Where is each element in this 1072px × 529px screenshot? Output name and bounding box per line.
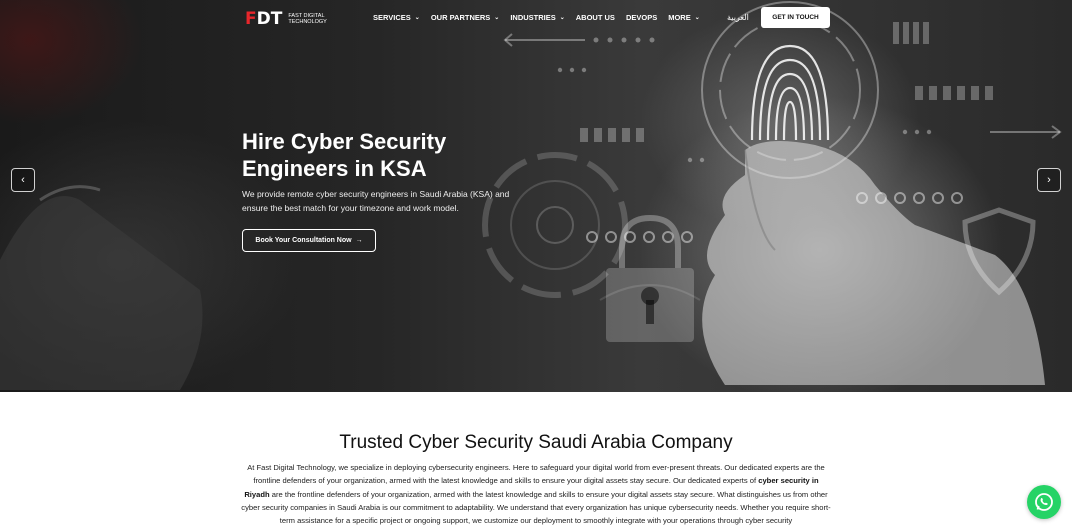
book-consultation-label: Book Your Consultation Now xyxy=(255,237,352,244)
chevron-down-icon: ⌄ xyxy=(414,15,420,21)
whatsapp-chat-button[interactable] xyxy=(1027,485,1061,519)
brand-logo[interactable]: FDT FAST DIGITAL TECHNOLOGY xyxy=(245,9,334,29)
hero-banner: FDT FAST DIGITAL TECHNOLOGY SERVICES ⌄ OU… xyxy=(0,0,1072,392)
get-in-touch-button[interactable]: GET IN TOUCH xyxy=(761,7,830,28)
nav-item-our-partners[interactable]: OUR PARTNERS ⌄ xyxy=(431,13,499,22)
carousel-next-button[interactable]: › xyxy=(1037,168,1061,192)
hero-title: Hire Cyber Security Engineers in KSA xyxy=(242,129,447,181)
nav-item-more[interactable]: MORE ⌄ xyxy=(668,13,700,22)
logo-text: FAST DIGITAL TECHNOLOGY xyxy=(288,13,327,25)
chevron-left-icon: ‹ xyxy=(21,174,25,186)
arrow-right-icon: → xyxy=(355,237,363,244)
nav-item-services[interactable]: SERVICES ⌄ xyxy=(373,13,420,22)
book-consultation-button[interactable]: Book Your Consultation Now → xyxy=(242,229,376,252)
main-nav: SERVICES ⌄ OUR PARTNERS ⌄ INDUSTRIES ⌄ ABOU… xyxy=(373,13,711,22)
language-switch[interactable]: العربية xyxy=(727,13,749,22)
nav-item-about-us[interactable]: ABOUT US xyxy=(576,13,615,22)
chevron-right-icon: › xyxy=(1047,174,1051,186)
hero-description: We provide remote cyber security enginee… xyxy=(242,189,510,213)
chevron-down-icon: ⌄ xyxy=(559,15,565,21)
section-body-part-1: At Fast Digital Technology, we specializ… xyxy=(247,463,825,486)
chevron-down-icon: ⌄ xyxy=(694,15,700,21)
nav-item-industries[interactable]: INDUSTRIES ⌄ xyxy=(510,13,564,22)
section-body: At Fast Digital Technology, we specializ… xyxy=(240,461,832,527)
nav-item-devops[interactable]: DEVOPS xyxy=(626,13,657,22)
section-title: Trusted Cyber Security Saudi Arabia Comp… xyxy=(339,432,733,453)
section-body-part-2: are the frontline defenders of your orga… xyxy=(241,489,831,526)
logo-mark: FDT xyxy=(245,9,283,29)
hero-background-image xyxy=(0,1,1062,390)
carousel-prev-button[interactable]: ‹ xyxy=(11,168,35,192)
chevron-down-icon: ⌄ xyxy=(494,15,500,21)
whatsapp-icon xyxy=(1035,493,1053,511)
